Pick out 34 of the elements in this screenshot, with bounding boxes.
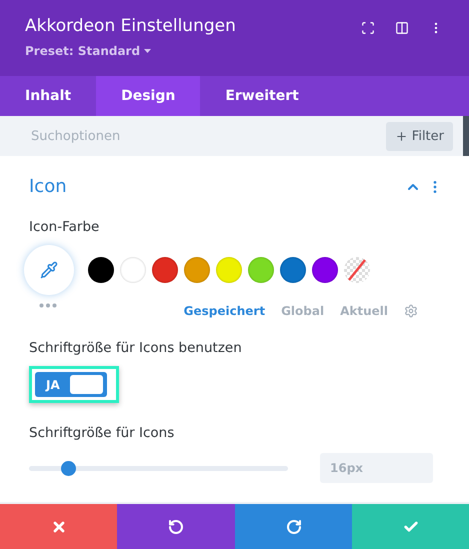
preset-dropdown[interactable]: Preset: Standard: [25, 44, 236, 58]
color-swatch[interactable]: [88, 257, 114, 283]
filter-button[interactable]: Filter: [386, 122, 453, 150]
color-picker-button[interactable]: [24, 245, 74, 295]
plus-icon: [394, 130, 408, 142]
no-color-swatch[interactable]: [344, 257, 370, 283]
search-field[interactable]: Suchoptionen: [29, 128, 229, 144]
section-title: Icon: [29, 176, 67, 197]
check-icon: [402, 518, 418, 534]
color-swatch[interactable]: [248, 257, 274, 283]
caret-icon: [144, 49, 152, 53]
window-title: Akkordeon Einstellungen: [25, 16, 236, 36]
settings-icon[interactable]: [404, 304, 418, 318]
color-swatch[interactable]: [120, 257, 146, 283]
color-swatch[interactable]: [184, 257, 210, 283]
toggle-switch[interactable]: JA: [35, 372, 107, 397]
palette-tab[interactable]: Gespeichert: [184, 304, 266, 318]
sidebar-layout-icon[interactable]: [395, 21, 409, 35]
close-icon: [50, 518, 66, 534]
eyedropper-icon: [40, 261, 58, 279]
redo-icon: [286, 518, 302, 534]
field-label: Schriftgröße für Icons benutzen: [29, 340, 243, 356]
color-swatch[interactable]: [152, 257, 178, 283]
color-swatch[interactable]: [312, 257, 338, 283]
expand-icon[interactable]: [361, 21, 375, 35]
undo-icon: [168, 518, 184, 534]
color-swatch[interactable]: [280, 257, 306, 283]
slider-thumb[interactable]: [60, 460, 76, 476]
tab[interactable]: Design: [96, 76, 200, 116]
field-label: Schriftgröße für Icons: [29, 425, 176, 441]
tab[interactable]: Erweitert: [200, 76, 324, 116]
tab[interactable]: Inhalt: [0, 76, 96, 116]
color-swatch[interactable]: [216, 257, 242, 283]
field-label: Icon-Farbe: [29, 219, 100, 235]
